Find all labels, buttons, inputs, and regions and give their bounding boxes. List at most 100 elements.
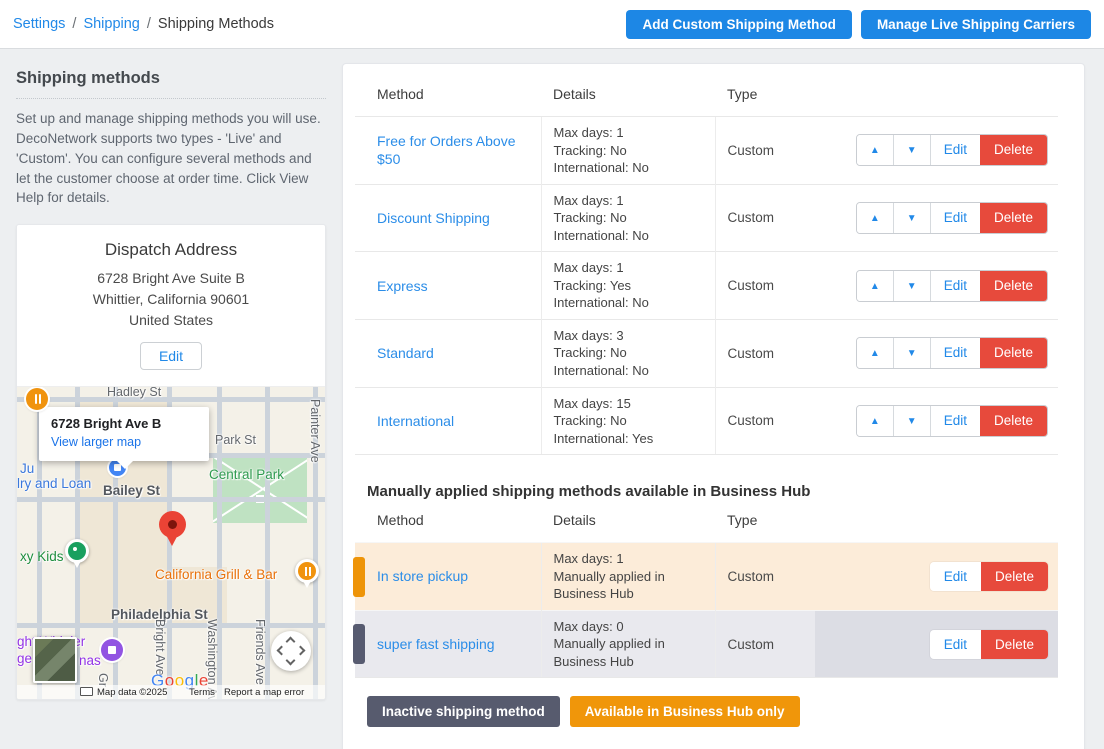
move-up-button[interactable]: ▲ bbox=[857, 203, 893, 233]
method-link[interactable]: In store pickup bbox=[377, 567, 468, 585]
street-label-hadley: Hadley St bbox=[107, 386, 161, 399]
move-up-button[interactable]: ▲ bbox=[857, 271, 893, 301]
move-down-button[interactable]: ▼ bbox=[893, 203, 930, 233]
method-cell: Discount Shipping bbox=[355, 184, 541, 252]
top-bar: Settings / Shipping / Shipping Methods A… bbox=[0, 0, 1104, 49]
poi-label-california-grill: California Grill & Bar bbox=[155, 567, 277, 582]
map-terms-link[interactable]: Terms bbox=[189, 687, 215, 698]
manage-live-shipping-carriers-button[interactable]: Manage Live Shipping Carriers bbox=[861, 10, 1091, 39]
actions-cell: ▲ ▼ Edit Delete bbox=[815, 319, 1058, 387]
details-cell: Max days: 0 Manually applied in Business… bbox=[541, 610, 715, 678]
method-type: Custom bbox=[728, 569, 775, 584]
method-link[interactable]: International bbox=[377, 412, 454, 430]
keyboard-shortcuts-icon[interactable] bbox=[80, 687, 93, 696]
manual-shipping-method-row: super fast shipping Max days: 0 Manually… bbox=[355, 610, 1058, 678]
move-up-button[interactable]: ▲ bbox=[857, 338, 893, 368]
street-label-painter-ave: Painter Ave bbox=[308, 399, 322, 463]
method-details: Max days: 0 Manually applied in Business… bbox=[554, 618, 703, 671]
column-header-details: Details bbox=[541, 506, 715, 543]
map-pan-control[interactable] bbox=[271, 631, 311, 671]
legend-inactive-shipping-method: Inactive shipping method bbox=[367, 696, 560, 727]
shipping-method-row: Free for Orders Above $50 Max days: 1 Tr… bbox=[355, 117, 1058, 185]
delete-button[interactable]: Delete bbox=[980, 203, 1047, 233]
edit-button[interactable]: Edit bbox=[930, 406, 980, 436]
move-up-button[interactable]: ▲ bbox=[857, 406, 893, 436]
method-cell: Standard bbox=[355, 319, 541, 387]
move-down-button[interactable]: ▼ bbox=[893, 135, 930, 165]
dispatch-address-card: Dispatch Address 6728 Bright Ave Suite B… bbox=[16, 224, 326, 700]
method-type: Custom bbox=[728, 637, 775, 652]
details-cell: Max days: 1 Tracking: No International: … bbox=[541, 117, 715, 185]
type-cell: Custom bbox=[715, 610, 815, 678]
column-header-method: Method bbox=[355, 506, 541, 543]
map-road bbox=[17, 397, 325, 402]
header-actions: Add Custom Shipping Method Manage Live S… bbox=[626, 10, 1091, 39]
cinema-poi-icon bbox=[101, 639, 123, 661]
actions-cell: ▲ ▼ Edit Delete bbox=[815, 184, 1058, 252]
column-header-type: Type bbox=[715, 506, 815, 543]
move-down-button[interactable]: ▼ bbox=[893, 271, 930, 301]
view-larger-map-link[interactable]: View larger map bbox=[51, 435, 141, 449]
edit-dispatch-address-button[interactable]: Edit bbox=[140, 342, 202, 370]
method-link[interactable]: Express bbox=[377, 277, 428, 295]
dispatch-address-line3: United States bbox=[27, 310, 315, 331]
delete-button[interactable]: Delete bbox=[981, 562, 1048, 591]
method-link[interactable]: super fast shipping bbox=[377, 635, 495, 653]
type-cell: Custom bbox=[715, 387, 815, 455]
shipping-methods-table: Method Details Type Free for Orders Abov… bbox=[355, 80, 1058, 455]
column-header-method: Method bbox=[355, 80, 541, 117]
add-custom-shipping-method-button[interactable]: Add Custom Shipping Method bbox=[626, 10, 851, 39]
dispatch-address-line1: 6728 Bright Ave Suite B bbox=[27, 268, 315, 289]
method-details: Max days: 1 Tracking: No International: … bbox=[554, 192, 703, 245]
edit-button[interactable]: Edit bbox=[930, 630, 981, 659]
google-map[interactable]: Hadley St Park St Bailey St Philadelphia… bbox=[17, 386, 325, 699]
delete-button[interactable]: Delete bbox=[980, 135, 1047, 165]
method-type: Custom bbox=[728, 143, 775, 158]
details-cell: Max days: 3 Tracking: No International: … bbox=[541, 319, 715, 387]
row-action-buttons: ▲ ▼ Edit Delete bbox=[856, 405, 1048, 437]
edit-button[interactable]: Edit bbox=[930, 562, 981, 591]
page-title: Shipping methods bbox=[16, 69, 326, 99]
report-map-error-link[interactable]: Report a map error bbox=[224, 687, 304, 698]
details-cell: Max days: 1 Tracking: Yes International:… bbox=[541, 252, 715, 320]
row-action-buttons: ▲ ▼ Edit Delete bbox=[856, 134, 1048, 166]
actions-cell: Edit Delete bbox=[815, 543, 1058, 611]
method-type: Custom bbox=[728, 210, 775, 225]
method-link[interactable]: Standard bbox=[377, 344, 434, 362]
shipping-method-row: Express Max days: 1 Tracking: Yes Intern… bbox=[355, 252, 1058, 320]
move-up-button[interactable]: ▲ bbox=[857, 135, 893, 165]
move-down-button[interactable]: ▼ bbox=[893, 406, 930, 436]
method-link[interactable]: Free for Orders Above $50 bbox=[377, 132, 529, 168]
edit-button[interactable]: Edit bbox=[930, 203, 980, 233]
breadcrumb-settings-link[interactable]: Settings bbox=[13, 16, 65, 32]
location-pin-icon bbox=[159, 511, 186, 551]
shipping-method-row: International Max days: 15 Tracking: No … bbox=[355, 387, 1058, 455]
method-details: Max days: 1 Manually applied in Business… bbox=[554, 550, 703, 603]
sidebar: Shipping methods Set up and manage shipp… bbox=[16, 63, 326, 749]
dispatch-address-title: Dispatch Address bbox=[27, 240, 315, 260]
edit-button[interactable]: Edit bbox=[930, 338, 980, 368]
map-info-window: 6728 Bright Ave B View larger map bbox=[39, 407, 209, 461]
actions-cell: ▲ ▼ Edit Delete bbox=[815, 252, 1058, 320]
method-cell: Express bbox=[355, 252, 541, 320]
delete-button[interactable]: Delete bbox=[980, 406, 1047, 436]
actions-cell: ▲ ▼ Edit Delete bbox=[815, 117, 1058, 185]
row-action-buttons: ▲ ▼ Edit Delete bbox=[856, 270, 1048, 302]
edit-button[interactable]: Edit bbox=[930, 135, 980, 165]
map-road bbox=[17, 497, 325, 502]
row-action-buttons: Edit Delete bbox=[930, 562, 1048, 591]
details-cell: Max days: 1 Manually applied in Business… bbox=[541, 543, 715, 611]
column-header-actions bbox=[815, 80, 1058, 117]
manual-shipping-method-row: In store pickup Max days: 1 Manually app… bbox=[355, 543, 1058, 611]
method-link[interactable]: Discount Shipping bbox=[377, 209, 490, 227]
delete-button[interactable]: Delete bbox=[980, 271, 1047, 301]
move-down-button[interactable]: ▼ bbox=[893, 338, 930, 368]
breadcrumb-shipping-link[interactable]: Shipping bbox=[83, 16, 139, 32]
satellite-view-toggle[interactable] bbox=[33, 637, 77, 683]
table-header-row: Method Details Type bbox=[355, 506, 1058, 543]
shipping-method-row: Discount Shipping Max days: 1 Tracking: … bbox=[355, 184, 1058, 252]
edit-button[interactable]: Edit bbox=[930, 271, 980, 301]
delete-button[interactable]: Delete bbox=[980, 338, 1047, 368]
legend-available-in-business-hub: Available in Business Hub only bbox=[570, 696, 800, 727]
delete-button[interactable]: Delete bbox=[981, 630, 1048, 659]
